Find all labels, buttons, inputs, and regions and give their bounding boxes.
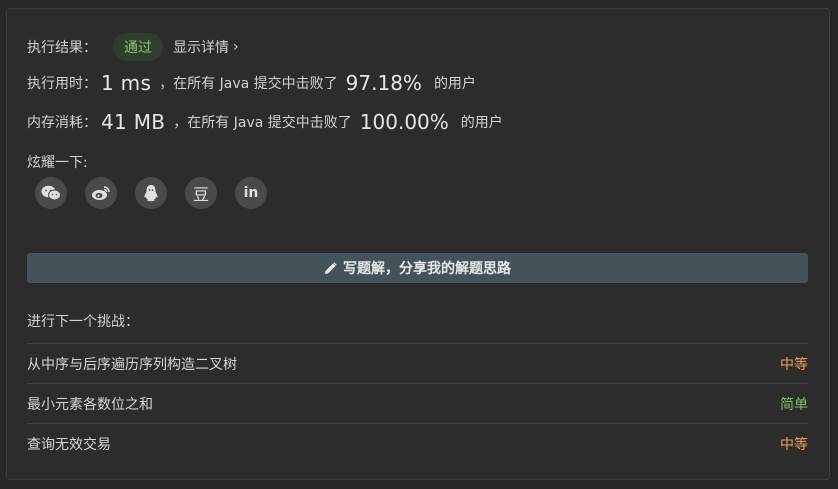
memory-middle-text: ，在所有 Java 提交中击败了 bbox=[173, 115, 352, 131]
submission-result-panel: 执行结果： 通过 显示详情 › 执行用时： 1 ms ，在所有 Java 提交中… bbox=[6, 8, 830, 480]
runtime-middle-text: ，在所有 Java 提交中击败了 bbox=[159, 76, 338, 92]
result-row: 执行结果： 通过 显示详情 › bbox=[27, 33, 239, 61]
list-item[interactable]: 最小元素各数位之和 简单 bbox=[27, 383, 808, 423]
runtime-label: 执行用时： bbox=[27, 76, 97, 92]
next-challenge-label: 进行下一个挑战： bbox=[27, 314, 139, 330]
memory-value: 41 MB bbox=[101, 110, 166, 134]
share-row: 炫耀一下: bbox=[27, 152, 88, 172]
memory-row: 内存消耗： 41 MB ，在所有 Java 提交中击败了 100.00% 的用户 bbox=[27, 110, 503, 134]
runtime-value: 1 ms bbox=[101, 71, 152, 95]
douban-glyph: 豆 bbox=[192, 185, 209, 204]
share-icons: 豆 in bbox=[35, 177, 267, 209]
show-details-link[interactable]: 显示详情 › bbox=[173, 37, 239, 57]
weibo-icon[interactable] bbox=[85, 177, 117, 209]
problem-title: 从中序与后序遍历序列构造二叉树 bbox=[27, 356, 237, 373]
memory-percent: 100.00% bbox=[359, 110, 449, 134]
memory-suffix: 的用户 bbox=[460, 115, 503, 131]
write-solution-label: 写题解，分享我的解题思路 bbox=[343, 261, 511, 277]
difficulty-badge: 中等 bbox=[780, 436, 808, 453]
douban-icon[interactable]: 豆 bbox=[185, 177, 217, 209]
runtime-suffix: 的用户 bbox=[433, 76, 476, 92]
list-item[interactable]: 从中序与后序遍历序列构造二叉树 中等 bbox=[27, 343, 808, 383]
write-solution-button[interactable]: 写题解，分享我的解题思路 bbox=[27, 253, 808, 283]
problem-title: 查询无效交易 bbox=[27, 436, 111, 453]
linkedin-glyph: in bbox=[243, 185, 259, 201]
status-badge: 通过 bbox=[113, 33, 163, 61]
share-label: 炫耀一下: bbox=[27, 155, 88, 171]
show-details-label: 显示详情 bbox=[173, 40, 229, 56]
difficulty-badge: 中等 bbox=[780, 356, 808, 373]
pencil-icon bbox=[324, 261, 337, 275]
qq-icon[interactable] bbox=[135, 177, 167, 209]
runtime-row: 执行用时： 1 ms ，在所有 Java 提交中击败了 97.18% 的用户 bbox=[27, 71, 476, 95]
chevron-right-icon: › bbox=[233, 39, 239, 55]
list-item[interactable]: 查询无效交易 中等 bbox=[27, 423, 808, 463]
wechat-icon[interactable] bbox=[35, 177, 67, 209]
result-label: 执行结果： bbox=[27, 40, 97, 56]
runtime-percent: 97.18% bbox=[345, 71, 422, 95]
problem-title: 最小元素各数位之和 bbox=[27, 396, 153, 413]
difficulty-badge: 简单 bbox=[780, 396, 808, 413]
memory-label: 内存消耗： bbox=[27, 115, 97, 131]
linkedin-icon[interactable]: in bbox=[235, 177, 267, 209]
